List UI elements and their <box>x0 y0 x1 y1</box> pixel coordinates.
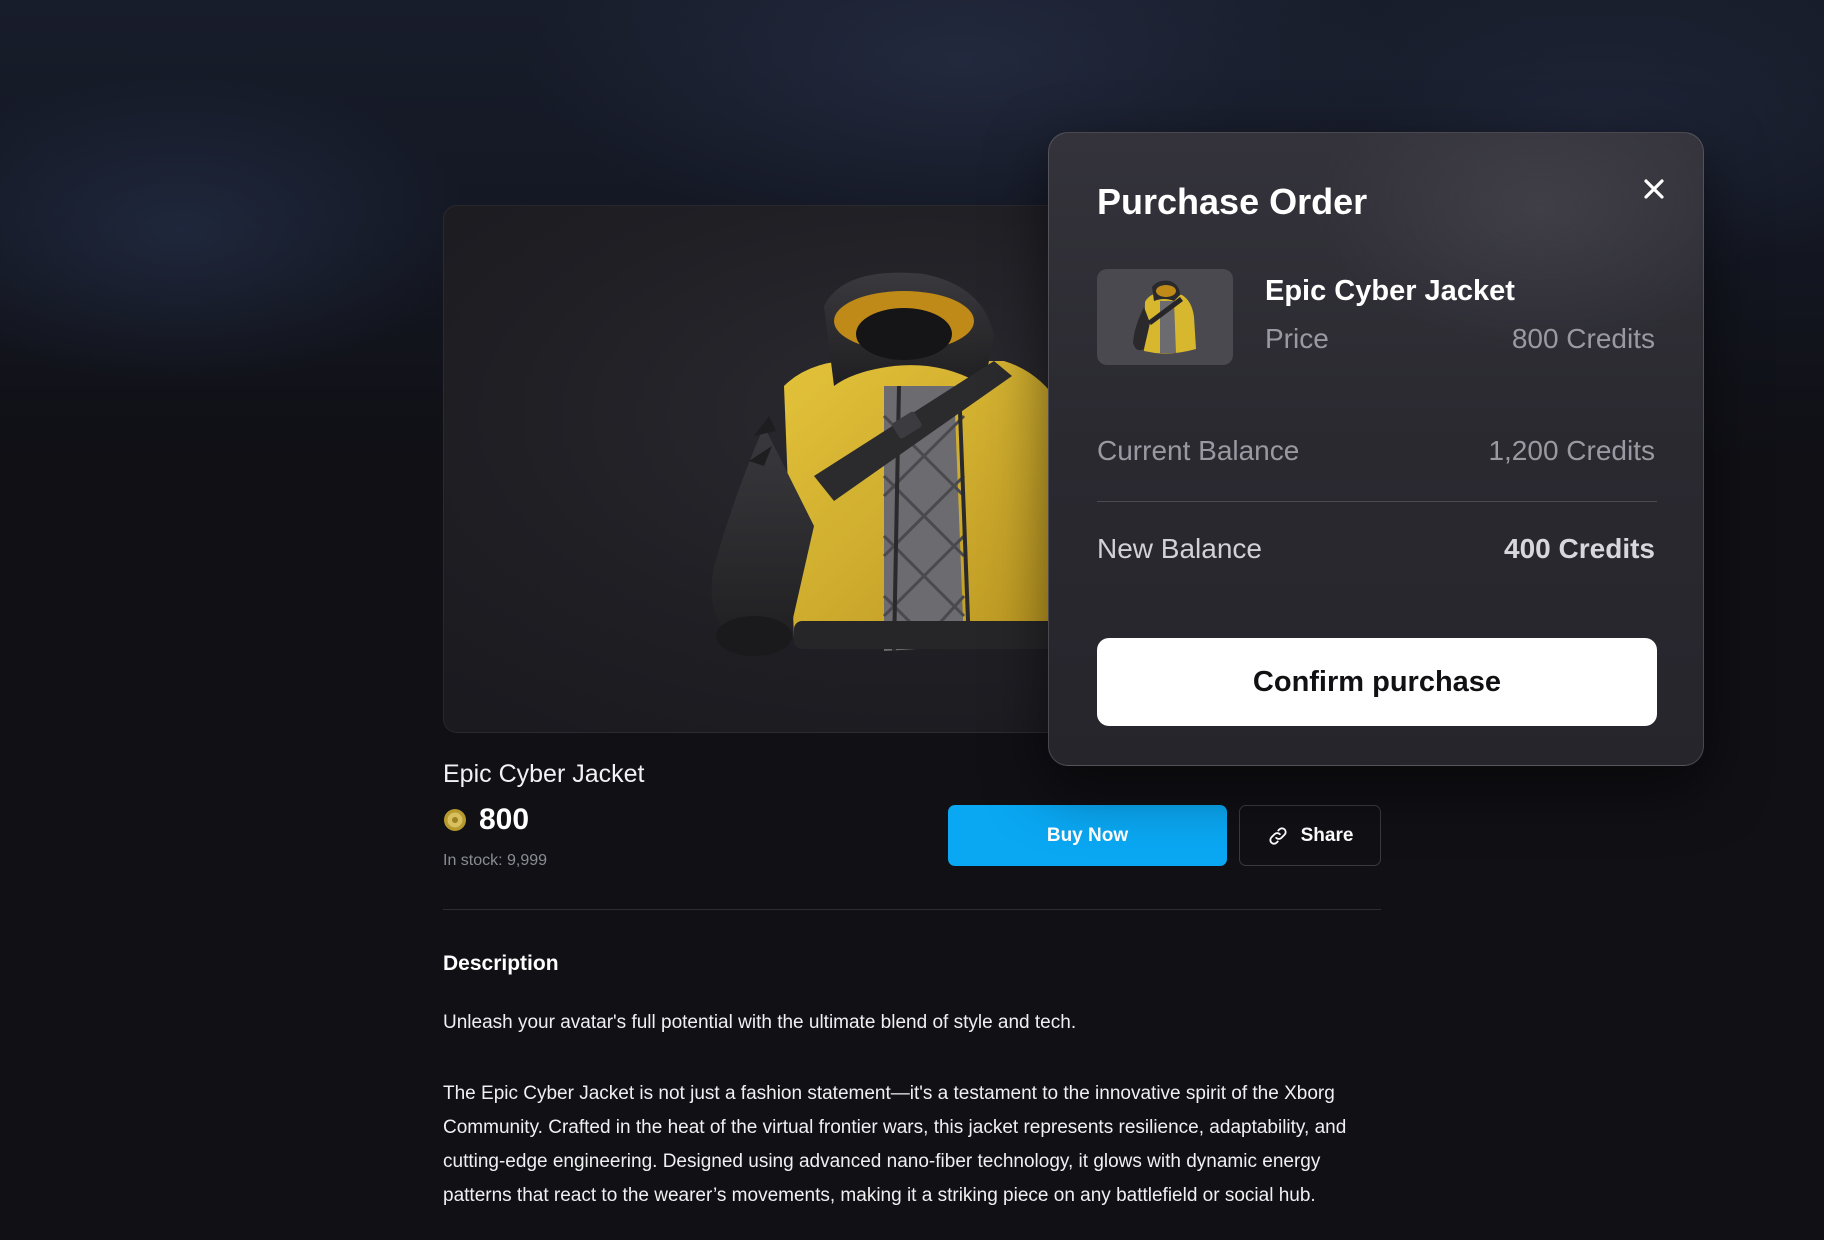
modal-title: Purchase Order <box>1097 181 1368 222</box>
price-label: Price <box>1265 323 1329 354</box>
description-title: Description <box>443 952 559 975</box>
confirm-purchase-button[interactable]: Confirm purchase <box>1097 638 1657 726</box>
purchase-order-modal: Purchase Order Epic Cyber Jacket Price 8… <box>1048 132 1704 766</box>
product-price: 800 <box>479 803 530 836</box>
section-divider <box>443 909 1381 910</box>
modal-divider <box>1097 501 1657 502</box>
new-balance-label: New Balance <box>1097 533 1262 564</box>
share-button[interactable]: Share <box>1239 805 1381 866</box>
share-label: Share <box>1300 824 1354 846</box>
new-balance-value: 400 Credits <box>1504 533 1655 564</box>
stock-info: In stock: 9,999 <box>443 852 547 870</box>
buy-now-button[interactable]: Buy Now <box>948 805 1227 866</box>
description-paragraph-1: Unleash your avatar's full potential wit… <box>443 1012 1077 1033</box>
product-page: Epic Cyber Jacket 800 In stock: 9,999 Bu… <box>0 0 1824 1240</box>
item-thumbnail <box>1097 269 1233 365</box>
description-paragraph-2: The Epic Cyber Jacket is not just a fash… <box>443 1083 1347 1206</box>
close-button[interactable] <box>1634 169 1674 209</box>
close-icon <box>1644 179 1664 199</box>
link-icon <box>1269 826 1287 845</box>
price-row: 800 <box>443 803 529 837</box>
stock-label: In stock: 9,999 <box>443 852 548 869</box>
price-amount: 800 Credits <box>1511 323 1655 354</box>
current-balance-label: Current Balance <box>1097 435 1300 466</box>
product-name: Epic Cyber Jacket <box>443 760 645 788</box>
item-name: Epic Cyber Jacket <box>1265 275 1515 307</box>
coin-icon <box>444 809 466 831</box>
current-balance-value: 1,200 Credits <box>1488 435 1655 466</box>
